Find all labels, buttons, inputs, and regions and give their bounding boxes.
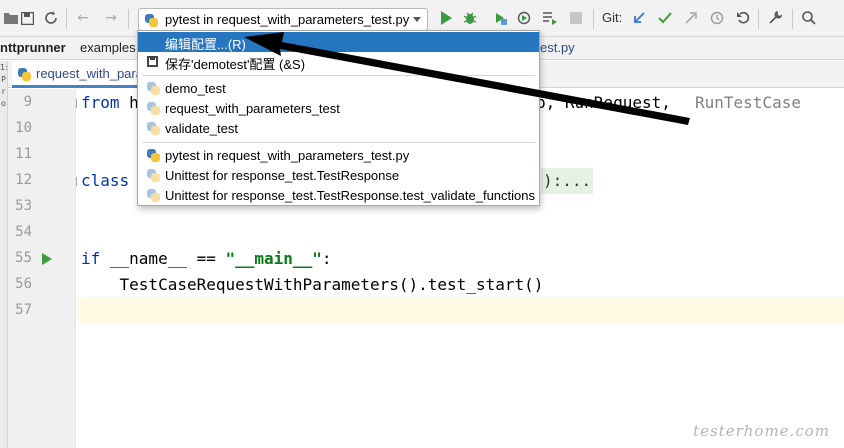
- python-faded-icon: [147, 122, 160, 138]
- line-number: 11: [15, 146, 32, 162]
- line-number: 53: [15, 198, 32, 214]
- current-line-highlight: [77, 297, 844, 323]
- line-number: 55: [15, 250, 32, 266]
- python-icon: [147, 149, 160, 165]
- run-icon[interactable]: [437, 9, 455, 27]
- git-label: Git:: [602, 10, 623, 25]
- back-arrow-icon[interactable]: ←: [74, 9, 92, 27]
- menu-item-configuration[interactable]: validate_test: [138, 119, 539, 139]
- chevron-down-icon: [413, 17, 421, 22]
- toolbar-divider: [128, 9, 129, 29]
- debug-icon[interactable]: [461, 9, 479, 27]
- menu-separator: [142, 142, 535, 143]
- code-line-9: from h p, RunRequest, RunTestCase: [81, 93, 801, 112]
- breadcrumb-project[interactable]: nttprunner: [0, 40, 66, 55]
- editor-tab[interactable]: request_with_para: [12, 61, 152, 88]
- folded-code-placeholder: ):...: [541, 168, 594, 194]
- menu-separator: [142, 75, 535, 76]
- line-number: 10: [15, 120, 32, 136]
- save-icon: [147, 55, 158, 70]
- python-faded-icon: [147, 82, 160, 98]
- profile-icon[interactable]: [515, 9, 533, 27]
- forward-arrow-icon[interactable]: →: [102, 9, 120, 27]
- run-gutter-icon[interactable]: [42, 253, 52, 265]
- code-line-12: class):...: [81, 168, 594, 194]
- code-line-56: TestCaseRequestWithParameters().test_sta…: [81, 275, 544, 294]
- editor-gutter: 9 10 11 12 53 54 55 56 57 − +: [8, 89, 85, 448]
- line-number: 12: [15, 172, 32, 188]
- menu-item-edit-configurations[interactable]: 编辑配置...(R): [138, 32, 539, 52]
- line-number: 57: [15, 302, 32, 318]
- wrench-icon[interactable]: [766, 9, 784, 27]
- run-configuration-label: pytest in request_with_parameters_test.p…: [165, 12, 410, 27]
- python-faded-icon: [147, 189, 160, 205]
- menu-item-configuration[interactable]: Unittest for response_test.TestResponse: [138, 166, 539, 186]
- python-icon: [18, 66, 31, 85]
- toolbar-divider: [758, 9, 759, 29]
- sync-icon[interactable]: [42, 9, 60, 27]
- tool-strip-char: 1:: [0, 63, 8, 72]
- menu-item-configuration[interactable]: Unittest for response_test.TestResponse.…: [138, 186, 539, 206]
- stop-icon[interactable]: [567, 9, 585, 27]
- save-all-icon[interactable]: [18, 9, 36, 27]
- menu-item-save-configuration[interactable]: 保存'demotest'配置 (&S): [138, 52, 539, 72]
- breadcrumb-folder[interactable]: examples: [80, 40, 136, 55]
- project-tool-strip[interactable]: 1: P r o: [0, 61, 8, 448]
- git-push-icon[interactable]: [682, 9, 700, 27]
- line-number: 56: [15, 276, 32, 292]
- run-configuration-selector[interactable]: pytest in request_with_parameters_test.p…: [138, 8, 428, 31]
- python-faded-icon: [147, 169, 160, 185]
- tool-strip-char: o: [1, 99, 6, 108]
- run-configuration-dropdown: 编辑配置...(R) 保存'demotest'配置 (&S) demo_test…: [137, 30, 540, 206]
- line-number: 9: [23, 94, 32, 110]
- search-icon[interactable]: [800, 9, 818, 27]
- git-commit-icon[interactable]: [656, 9, 674, 27]
- tool-strip-char: P: [1, 75, 6, 84]
- tool-strip-char: r: [1, 87, 6, 96]
- toolbar-divider: [593, 9, 594, 29]
- code-line-55: if __name__ == "__main__":: [81, 249, 332, 268]
- line-number: 54: [15, 224, 32, 240]
- run-with-options-icon[interactable]: [541, 9, 559, 27]
- menu-item-configuration[interactable]: demo_test: [138, 79, 539, 99]
- menu-item-configuration[interactable]: request_with_parameters_test: [138, 99, 539, 119]
- breadcrumb-file[interactable]: est.py: [540, 40, 575, 55]
- toolbar-divider: [66, 9, 67, 29]
- menu-item-configuration[interactable]: pytest in request_with_parameters_test.p…: [138, 146, 539, 166]
- python-icon: [145, 12, 158, 31]
- git-update-icon[interactable]: [630, 9, 648, 27]
- coverage-icon[interactable]: [491, 9, 509, 27]
- editor-tab-label: request_with_para: [36, 66, 143, 81]
- history-icon[interactable]: [708, 9, 726, 27]
- python-faded-icon: [147, 102, 160, 118]
- ide-window: ← → pytest in request_with_parameters_te…: [0, 0, 844, 448]
- toolbar-divider: [792, 9, 793, 29]
- watermark: testerhome.com: [693, 422, 830, 440]
- rollback-icon[interactable]: [734, 9, 752, 27]
